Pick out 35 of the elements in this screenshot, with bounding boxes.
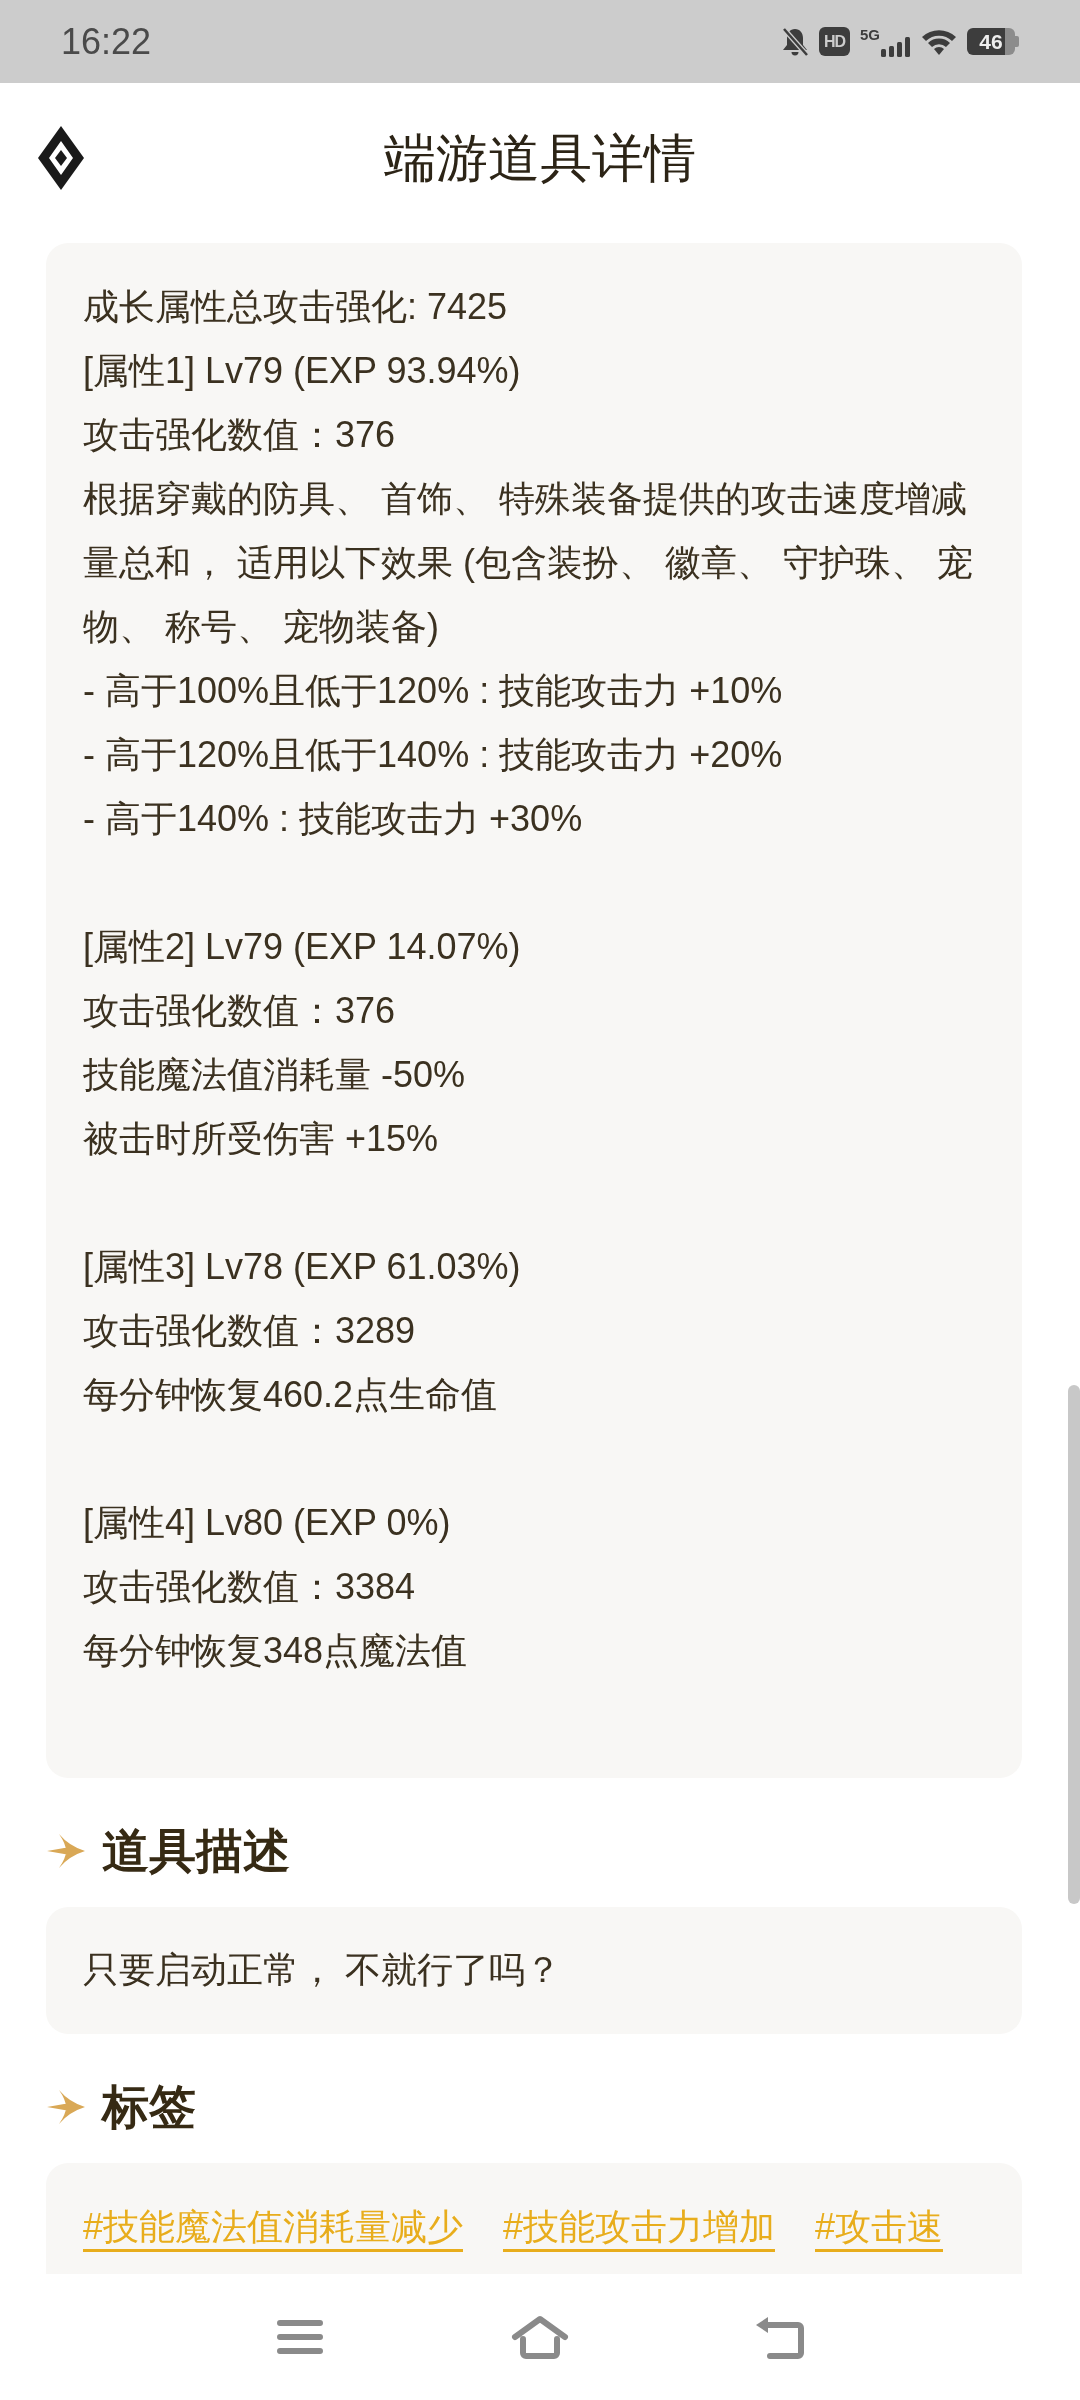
attribute-text: - 高于140% : 技能攻击力 +30% (83, 797, 584, 841)
wifi-icon (921, 27, 957, 56)
attribute-text: 根据穿戴的防具、 首饰、 特殊装备提供的攻击速度增减量总和， 适用以下效果 (包含装扮、 徽章、 守护珠、 宠物、 称号、 宠物装备) (83, 477, 974, 649)
page-title: 端游道具详情 (384, 128, 696, 189)
attribute-heading: [属性2] Lv79 (EXP 14.07%) (83, 925, 522, 969)
tag-link[interactable]: #技能攻击力增加 (503, 2205, 776, 2252)
attribute-text: 每分钟恢复460.2点生命值 (83, 1373, 499, 1417)
attribute-heading: [属性1] Lv79 (EXP 93.94%) (83, 349, 522, 393)
tag-link[interactable]: #攻击速 (815, 2205, 944, 2252)
logo-icon[interactable] (36, 126, 86, 190)
bell-off-icon (781, 26, 809, 57)
attribute-text: 被击时所受伤害 +15% (83, 1117, 440, 1161)
network-type: 5G (860, 26, 880, 42)
attribute-text: 攻击强化数值：3289 (83, 1309, 417, 1353)
menu-icon[interactable] (277, 2319, 323, 2355)
attribute-text: 攻击强化数值：376 (83, 989, 397, 1033)
description-text: 只要启动正常， 不就行了吗？ (83, 1948, 562, 1992)
attribute-text: - 高于100%且低于120% : 技能攻击力 +10% (83, 669, 784, 713)
battery-indicator: 46 (967, 28, 1019, 55)
section-title: 道具描述 (102, 1823, 290, 1879)
attribute-text: - 高于120%且低于140% : 技能攻击力 +20% (83, 733, 784, 777)
attribute-text: 技能魔法值消耗量 -50% (83, 1053, 467, 1097)
back-icon[interactable] (754, 2315, 806, 2359)
attribute-heading: [属性3] Lv78 (EXP 61.03%) (83, 1245, 522, 1289)
attribute-text: 每分钟恢复348点魔法值 (83, 1629, 469, 1673)
section-title: 标签 (102, 2079, 196, 2135)
home-icon[interactable] (511, 2315, 569, 2359)
attribute-text: 攻击强化数值：376 (83, 413, 397, 457)
attribute-heading: [属性4] Lv80 (EXP 0%) (83, 1501, 452, 1545)
attribute-text: 攻击强化数值：3384 (83, 1565, 417, 1609)
hd-indicator: HD (819, 27, 850, 56)
tag-link[interactable]: #技能魔法值消耗量减少 (83, 2205, 464, 2252)
signal-icon (881, 36, 911, 57)
attribute-summary: 成长属性总攻击强化: 7425 (83, 285, 509, 329)
status-time: 16:22 (61, 20, 152, 63)
